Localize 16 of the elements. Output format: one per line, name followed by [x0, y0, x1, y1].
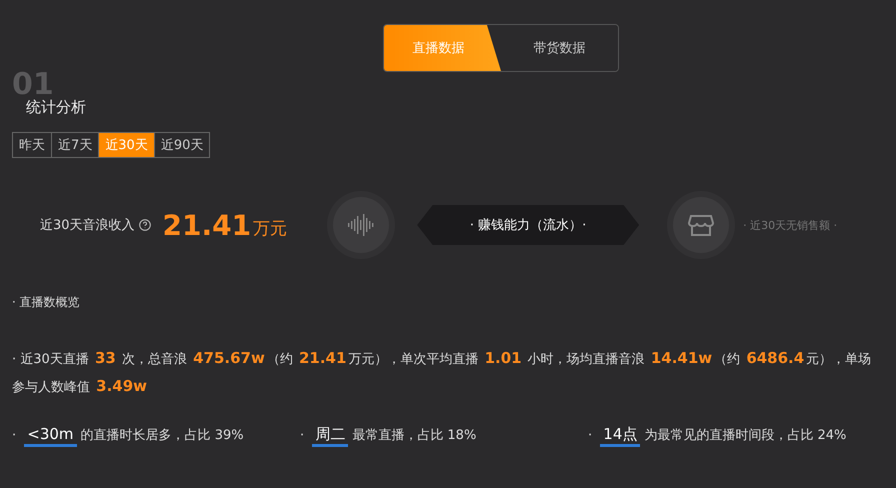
income-unit: 万元 [253, 218, 288, 240]
income-value: 21.41 [162, 208, 252, 242]
fact-text: · 周二 最常直播，占比 18% [300, 425, 588, 444]
section-title: 统计分析 [26, 98, 86, 116]
store-icon [673, 197, 730, 253]
sales-note: · 近30天无销售额 · [743, 218, 838, 232]
income-label: 近30天音浪收入 [40, 217, 135, 234]
overview-paragraph: · 近30天直播 33 次，总音浪 475.67w（约 21.41 万元），单次平均直播 1.01 小时，场均直播音浪 14.41w（约 6486.4 元），单场参与人数峰值 3.49w [12, 348, 872, 397]
range-tab[interactable]: 昨天 [13, 133, 51, 157]
earning-banner: · 赚钱能力（流水）· [417, 205, 640, 245]
fact-text: · 14点 为最常见的直播时间段，占比 24% [588, 425, 876, 444]
fact-text: · <30m 的直播时长居多，占比 39% [12, 425, 300, 444]
help-icon[interactable] [138, 219, 151, 231]
overview-title: · 直播数概览 [12, 294, 81, 311]
sound-wave-icon [333, 197, 390, 253]
range-tab[interactable]: 近90天 [154, 133, 210, 157]
